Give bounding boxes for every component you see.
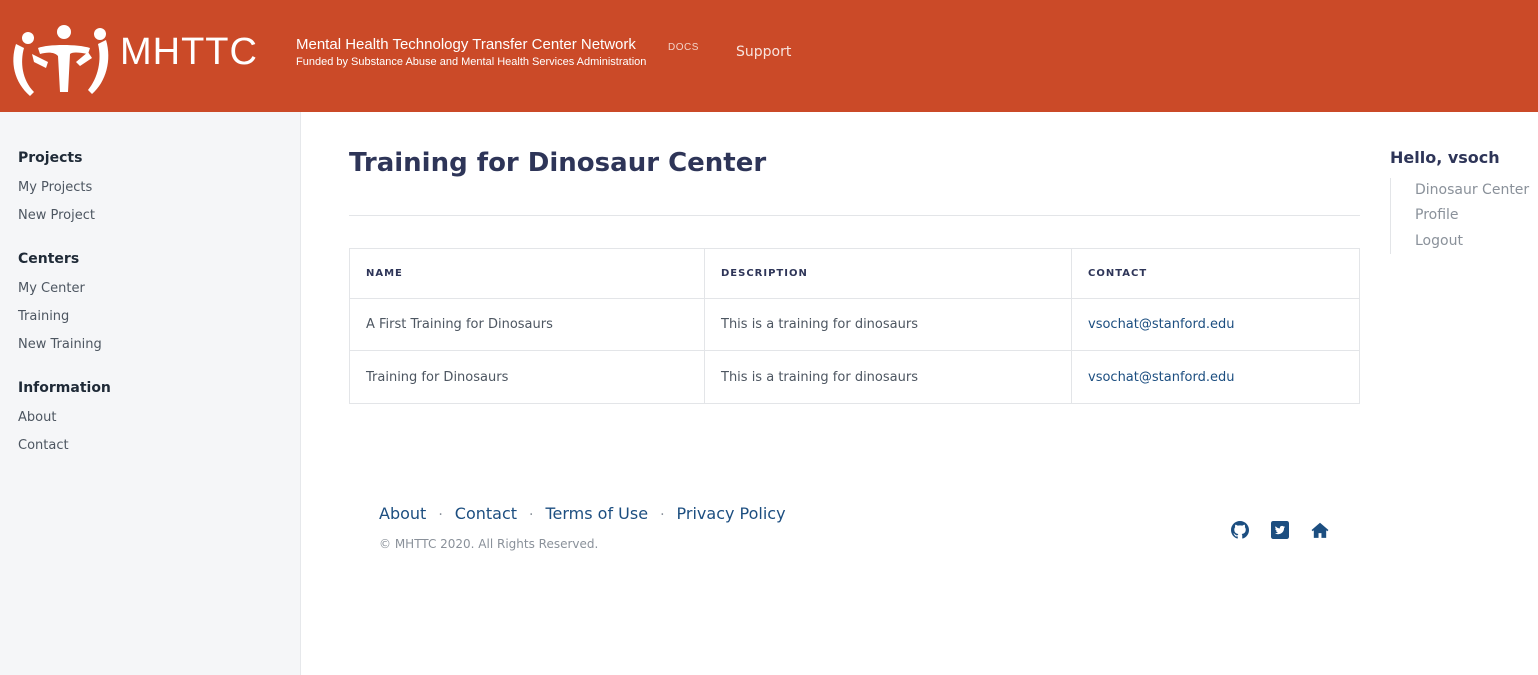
- toc-divider: [1390, 178, 1391, 254]
- sidebar-item-my-center[interactable]: My Center: [18, 281, 85, 296]
- column-header-contact: CONTACT: [1088, 268, 1148, 279]
- column-header-description: DESCRIPTION: [705, 249, 1072, 298]
- brand-name[interactable]: MHTTC: [120, 32, 258, 72]
- column-header-name: NAME: [350, 249, 705, 298]
- sidebar: Projects My Projects New Project Centers…: [0, 112, 301, 675]
- sidebar-item-about[interactable]: About: [18, 410, 56, 425]
- footer-link-contact[interactable]: Contact: [455, 504, 517, 523]
- footer-separator: ·: [660, 507, 665, 523]
- support-link[interactable]: Support: [736, 44, 791, 60]
- home-icon[interactable]: [1311, 521, 1329, 539]
- github-icon[interactable]: [1231, 521, 1249, 539]
- footer-nav: About · Contact · Terms of Use · Privacy Polic…: [379, 504, 786, 523]
- footer-link-about[interactable]: About: [379, 504, 426, 523]
- sidebar-item-training[interactable]: Training: [18, 309, 69, 324]
- mhttc-logo-icon[interactable]: [8, 22, 112, 98]
- table-row: Training for Dinosaurs This is a trainin…: [350, 351, 1359, 403]
- toc-link-profile[interactable]: Profile: [1415, 207, 1459, 223]
- sidebar-item-my-projects[interactable]: My Projects: [18, 180, 92, 195]
- site-header: MHTTC Mental Health Technology Transfer …: [0, 0, 1538, 112]
- page-title: Training for Dinosaur Center: [349, 148, 767, 178]
- training-contact-link[interactable]: vsochat@stanford.edu: [1072, 351, 1359, 403]
- sidebar-item-contact[interactable]: Contact: [18, 438, 69, 453]
- toc-link-logout[interactable]: Logout: [1415, 233, 1463, 249]
- copyright-text: © MHTTC 2020. All Rights Reserved.: [379, 537, 599, 551]
- greeting: Hello, vsoch: [1390, 148, 1500, 167]
- sidebar-item-new-training[interactable]: New Training: [18, 337, 102, 352]
- table-row: A First Training for Dinosaurs This is a…: [350, 299, 1359, 351]
- sidebar-group-projects: Projects: [18, 150, 83, 166]
- sidebar-group-centers: Centers: [18, 251, 80, 267]
- footer-separator: ·: [529, 507, 534, 523]
- training-description: This is a training for dinosaurs: [705, 351, 1072, 403]
- table-header-row: NAME DESCRIPTION CONTACT: [350, 249, 1359, 299]
- training-name: A First Training for Dinosaurs: [350, 299, 705, 350]
- training-contact-link[interactable]: vsochat@stanford.edu: [1072, 299, 1359, 350]
- training-name: Training for Dinosaurs: [350, 351, 705, 403]
- training-description: This is a training for dinosaurs: [705, 299, 1072, 350]
- footer-separator: ·: [438, 507, 443, 523]
- twitter-icon[interactable]: [1271, 521, 1289, 539]
- footer-link-privacy[interactable]: Privacy Policy: [677, 504, 786, 523]
- title-divider: [349, 215, 1360, 216]
- toc-link-dinosaur-center[interactable]: Dinosaur Center: [1415, 182, 1529, 198]
- docs-label: DOCS: [668, 42, 699, 53]
- network-title: Mental Health Technology Transfer Center…: [296, 36, 636, 53]
- sidebar-item-new-project[interactable]: New Project: [18, 208, 95, 223]
- sidebar-group-information: Information: [18, 380, 111, 396]
- funded-by-text: Funded by Substance Abuse and Mental Hea…: [296, 56, 647, 68]
- training-table: NAME DESCRIPTION CONTACT A First Trainin…: [349, 248, 1360, 404]
- footer-link-terms[interactable]: Terms of Use: [545, 504, 648, 523]
